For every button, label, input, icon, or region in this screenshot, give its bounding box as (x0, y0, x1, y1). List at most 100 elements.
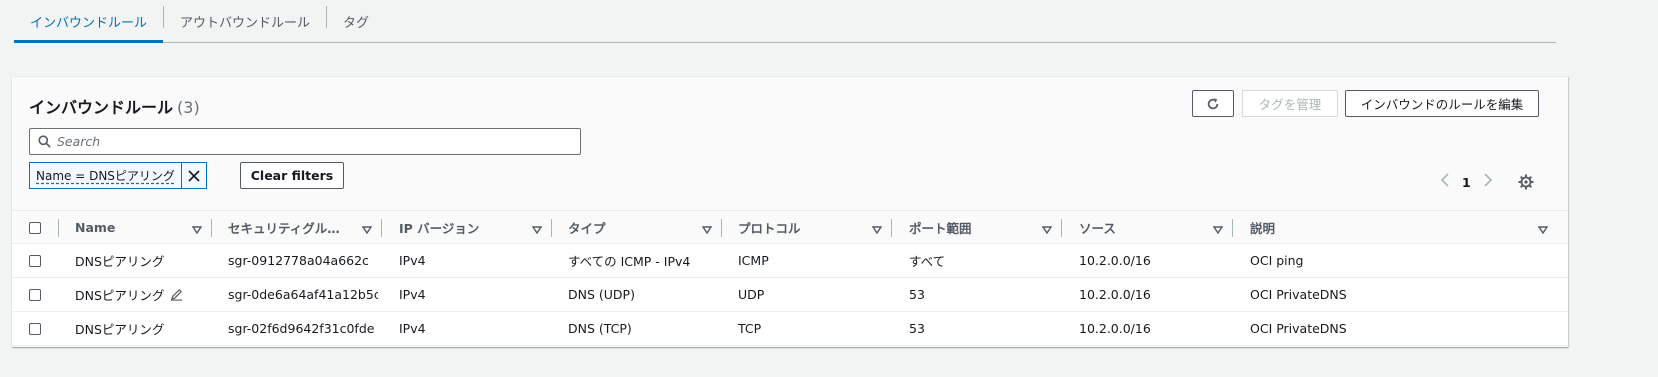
inbound-rules-panel: インバウンドルール(3) タグを管理 インバウンドのルールを編集 Name = … (12, 76, 1568, 347)
cell-type: DNS (UDP) (568, 287, 635, 302)
column-divider (211, 219, 212, 237)
pencil-icon[interactable] (170, 288, 183, 301)
page-number[interactable]: 1 (1462, 175, 1471, 190)
cell-ip-version: IPv4 (399, 253, 426, 268)
cell-name: DNSピアリング (75, 322, 165, 337)
tab-inbound-rules[interactable]: インバウンドルール (14, 0, 164, 43)
table-row[interactable]: DNSピアリング sgr-0de6a64af41a12b5c IPv4 DNS … (12, 278, 1568, 312)
search-icon (38, 135, 51, 148)
rule-count: (3) (177, 98, 200, 117)
column-label: プロトコル (738, 221, 801, 236)
cell-ip-version: IPv4 (399, 287, 426, 302)
panel-title: インバウンドルール (3) (29, 94, 200, 118)
column-label: IP バージョン (399, 221, 480, 236)
cell-name: DNSピアリング (75, 254, 165, 269)
sort-down-icon (701, 222, 713, 237)
column-divider (551, 219, 552, 237)
sort-down-icon (1537, 222, 1549, 237)
filter-token-label[interactable]: Name = DNSピアリング (30, 163, 181, 188)
select-all-cell (29, 211, 59, 244)
row-select-cell (29, 244, 41, 277)
cell-name-text: DNSピアリング (75, 288, 165, 303)
sort-down-icon (191, 222, 203, 237)
tab-tags[interactable]: タグ (327, 0, 385, 42)
cell-source: 10.2.0.0/16 (1079, 321, 1151, 336)
sort-down-icon (531, 222, 543, 237)
column-header-security-group-rule[interactable]: セキュリティグルー... (228, 211, 382, 244)
table-header: Name セキュリティグルー... IP バージョン タイプ プロトコル ポート… (12, 210, 1568, 244)
column-label: ポート範囲 (909, 221, 972, 236)
tab-outbound-rules[interactable]: アウトバウンドルール (164, 0, 326, 42)
tab-label: タグ (343, 15, 370, 31)
row-checkbox[interactable] (29, 254, 41, 267)
sort-down-icon (871, 222, 883, 237)
column-divider (381, 219, 382, 237)
column-header-source[interactable]: ソース (1079, 211, 1233, 244)
row-select-cell (29, 312, 41, 345)
chevron-right-icon[interactable] (1483, 173, 1493, 191)
column-divider (721, 219, 722, 237)
cell-type: すべての ICMP - IPv4 (568, 254, 691, 269)
tab-label: インバウンドルール (30, 15, 148, 31)
refresh-button[interactable] (1192, 90, 1234, 117)
column-header-description[interactable]: 説明 (1250, 211, 1549, 244)
search-field[interactable] (29, 128, 581, 155)
cell-source: 10.2.0.0/16 (1079, 253, 1151, 268)
cell-ip-version: IPv4 (399, 321, 426, 336)
column-header-port-range[interactable]: ポート範囲 (909, 211, 1062, 244)
cell-type: DNS (TCP) (568, 321, 632, 336)
table-row[interactable]: DNSピアリング sgr-0912778a04a662c... IPv4 すべて… (12, 244, 1568, 278)
row-checkbox[interactable] (29, 322, 41, 335)
cell-port-range: 53 (909, 287, 925, 302)
sort-down-icon (1041, 222, 1053, 237)
column-header-type[interactable]: タイプ (568, 211, 722, 244)
column-divider (1232, 219, 1233, 237)
cell-name: DNSピアリング (75, 278, 215, 311)
column-divider (58, 219, 59, 237)
column-label: 説明 (1250, 221, 1276, 236)
filter-token[interactable]: Name = DNSピアリング (29, 162, 207, 189)
edit-inbound-rules-button[interactable]: インバウンドのルールを編集 (1345, 90, 1539, 117)
column-header-protocol[interactable]: プロトコル (738, 211, 892, 244)
column-label: ソース (1079, 221, 1116, 236)
cell-description: OCI PrivateDNS (1250, 287, 1347, 302)
refresh-icon (1207, 97, 1219, 109)
row-checkbox[interactable] (29, 288, 41, 301)
edit-inbound-rules-label: インバウンドのルールを編集 (1360, 97, 1524, 112)
cell-security-group-rule-id[interactable]: sgr-0912778a04a662c... (228, 244, 368, 277)
column-divider (1061, 219, 1062, 237)
tab-label: アウトバウンドルール (180, 15, 311, 31)
cell-port-range: 53 (909, 321, 925, 336)
column-label: タイプ (568, 221, 606, 236)
column-header-ip-version[interactable]: IP バージョン (399, 211, 552, 244)
sort-down-icon (361, 222, 373, 237)
chevron-left-icon[interactable] (1440, 173, 1450, 191)
cell-protocol: TCP (738, 321, 762, 336)
clear-filters-button[interactable]: Clear filters (240, 162, 344, 189)
sort-down-icon (1212, 222, 1224, 237)
close-icon (188, 169, 200, 182)
cell-protocol: ICMP (738, 253, 769, 268)
search-input[interactable] (57, 134, 557, 149)
column-header-name[interactable]: Name (75, 211, 212, 244)
cell-description: OCI PrivateDNS (1250, 321, 1347, 336)
gear-icon[interactable] (1518, 174, 1534, 194)
cell-security-group-rule-id[interactable]: sgr-02f6d9642f31c0fde (228, 312, 378, 345)
cell-port-range: すべて (909, 254, 946, 269)
tab-bar: インバウンドルール アウトバウンドルール タグ (14, 0, 1556, 43)
row-select-cell (29, 278, 41, 311)
cell-description: OCI ping (1250, 253, 1304, 268)
cell-security-group-rule-id[interactable]: sgr-0de6a64af41a12b5c (228, 278, 378, 311)
column-divider (891, 219, 892, 237)
remove-filter-button[interactable] (180, 163, 206, 188)
table-row[interactable]: DNSピアリング sgr-02f6d9642f31c0fde IPv4 DNS … (12, 312, 1568, 346)
pagination: 1 (1440, 173, 1493, 191)
manage-tags-label: タグを管理 (1258, 97, 1322, 112)
cell-source: 10.2.0.0/16 (1079, 287, 1151, 302)
column-label: Name (75, 220, 116, 235)
panel-title-text: インバウンドルール (29, 98, 174, 117)
select-all-checkbox[interactable] (29, 221, 41, 234)
manage-tags-button[interactable]: タグを管理 (1242, 90, 1338, 117)
cell-protocol: UDP (738, 287, 765, 302)
clear-filters-label: Clear filters (250, 168, 334, 183)
